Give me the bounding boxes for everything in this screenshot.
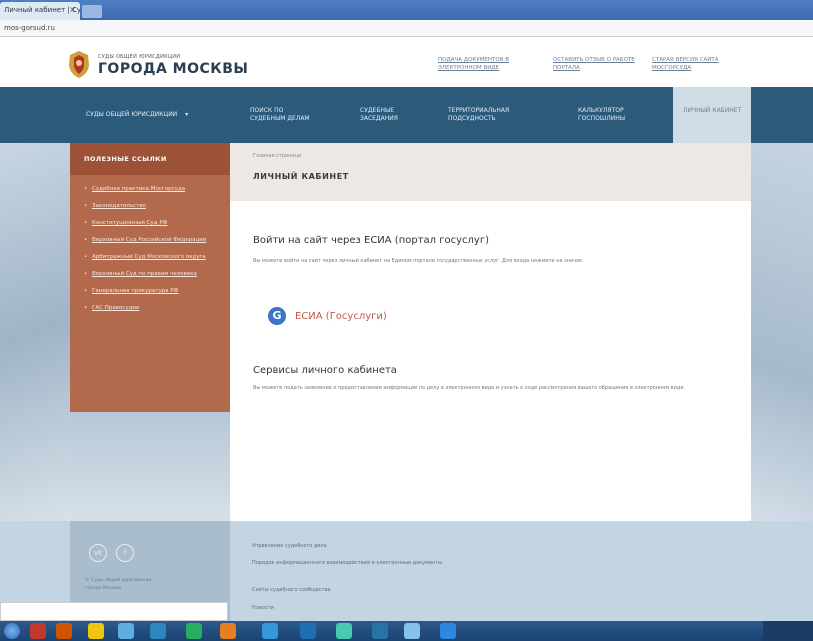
vk-icon[interactable]: vk (89, 544, 107, 562)
taskbar-app-icon[interactable] (30, 623, 46, 639)
sidebar-link[interactable]: ГАС Правосудие (84, 304, 218, 312)
system-tray[interactable] (763, 621, 813, 641)
nav-fee-calculator[interactable]: КАЛЬКУЛЯТОР ГОСПОШЛИНЫ (578, 107, 658, 123)
browser-tab-strip: Личный кабинет | Суд × (0, 0, 813, 20)
main-content: Главная страница ЛИЧНЫЙ КАБИНЕТ Войти на… (230, 143, 751, 521)
taskbar-app-icon[interactable] (88, 623, 104, 639)
footer-link[interactable]: Управление судебного дела (252, 543, 582, 550)
taskbar-app-icon[interactable] (372, 623, 388, 639)
court-name[interactable]: ГОРОДА МОСКВЫ (98, 61, 248, 77)
old-site-link[interactable]: СТАРАЯ ВЕРСИЯ САЙТА МОСГОРСУДА (652, 56, 752, 72)
esia-login-note: Вы можете войти на сайт через личный каб… (253, 258, 584, 264)
address-text: mos-gorsud.ru (4, 24, 55, 32)
sidebar-list: Судебная практика Мосгорсуда Законодател… (70, 175, 230, 312)
taskbar-app-icon[interactable] (300, 623, 316, 639)
chevron-down-icon: ▾ (185, 111, 189, 118)
background-photo-right (751, 143, 813, 521)
breadcrumb[interactable]: Главная страница (253, 153, 728, 159)
taskbar-app-icon[interactable] (440, 623, 456, 639)
nav-jurisdiction[interactable]: ТЕРРИТОРИАЛЬНАЯ ПОДСУДНОСТЬ (448, 107, 538, 123)
browser-status-popup (0, 602, 228, 621)
nav-case-search[interactable]: ПОИСК ПО СУДЕБНЫМ ДЕЛАМ (250, 107, 320, 123)
esia-login-heading: Войти на сайт через ЕСИА (портал госуслу… (253, 235, 489, 246)
sidebar-link[interactable]: Верховный Суд по правам человека (84, 270, 218, 278)
address-bar[interactable]: mos-gorsud.ru (0, 20, 813, 37)
background-photo-bottom (70, 412, 230, 521)
court-name-small: СУДЫ ОБЩЕЙ ЮРИСДИКЦИИ (98, 54, 181, 60)
sidebar-link[interactable]: Конституционный Суд РФ (84, 219, 218, 227)
sidebar-link[interactable]: Верховный Суд Российской Федерации (84, 236, 218, 244)
taskbar-app-icon[interactable] (262, 623, 278, 639)
sidebar-title: ПОЛЕЗНЫЕ ССЫЛКИ (70, 143, 230, 175)
taskbar-app-icon[interactable] (220, 623, 236, 639)
nav-courts-dropdown[interactable]: СУДЫ ОБЩЕЙ ЮРИСДИКЦИИ ▾ (86, 111, 226, 119)
esia-login-label: ЕСИА (Госуслуги) (295, 310, 387, 322)
e-filing-link[interactable]: ПОДАЧА ДОКУМЕНТОВ В ЭЛЕКТРОННОМ ВИДЕ (438, 56, 538, 72)
browser-tab[interactable]: Личный кабинет | Суд × (0, 2, 80, 20)
site-header: СУДЫ ОБЩЕЙ ЮРИСДИКЦИИ ГОРОДА МОСКВЫ ПОДА… (0, 37, 813, 87)
taskbar-app-icon[interactable] (336, 623, 352, 639)
services-heading: Сервисы личного кабинета (253, 365, 397, 376)
nav-hearings[interactable]: СУДЕБНЫЕ ЗАСЕДАНИЯ (360, 107, 420, 123)
os-taskbar (0, 621, 813, 641)
feedback-link[interactable]: ОСТАВИТЬ ОТЗЫВ О РАБОТЕ ПОРТАЛА (553, 56, 653, 72)
footer-link[interactable]: Сайты судебного сообщества (252, 587, 582, 594)
useful-links-sidebar: ПОЛЕЗНЫЕ ССЫЛКИ Судебная практика Мосгор… (70, 143, 230, 412)
page-header: Главная страница ЛИЧНЫЙ КАБИНЕТ (230, 143, 751, 201)
taskbar-app-icon[interactable] (118, 623, 134, 639)
taskbar-app-icon[interactable] (186, 623, 202, 639)
nav-personal-cabinet[interactable]: ЛИЧНЫЙ КАБИНЕТ (673, 87, 751, 143)
taskbar-app-icon[interactable] (404, 623, 420, 639)
facebook-icon[interactable]: f (116, 544, 134, 562)
esia-login-button[interactable]: G ЕСИА (Госуслуги) (268, 305, 387, 327)
sidebar-link[interactable]: Судебная практика Мосгорсуда (84, 185, 218, 193)
start-button-icon[interactable] (4, 623, 20, 639)
nav-personal-cabinet-label: ЛИЧНЫЙ КАБИНЕТ (683, 107, 742, 114)
taskbar-app-icon[interactable] (150, 623, 166, 639)
coat-of-arms-icon[interactable] (66, 49, 92, 79)
new-tab-button[interactable] (82, 5, 102, 18)
taskbar-app-icon[interactable] (56, 623, 72, 639)
footer-copyright: © Суды общей юрисдикции (85, 578, 152, 583)
footer-copyright-2: города Москвы (85, 586, 122, 591)
sidebar-link[interactable]: Арбитражный Суд Московского округа (84, 253, 218, 261)
footer-link[interactable]: Новости (252, 605, 582, 612)
sidebar-link[interactable]: Законодательство (84, 202, 218, 210)
services-note: Вы можете подать заявление о предоставле… (253, 385, 686, 391)
sidebar-link[interactable]: Генеральная прокуратура РФ (84, 287, 218, 295)
page-title: ЛИЧНЫЙ КАБИНЕТ (253, 172, 349, 181)
gosuslugi-icon: G (268, 307, 286, 325)
close-tab-icon[interactable]: × (69, 5, 76, 14)
footer-link[interactable]: Порядок информационного взаимодействия и… (252, 560, 552, 567)
nav-courts-label: СУДЫ ОБЩЕЙ ЮРИСДИКЦИИ (86, 111, 178, 118)
background-photo-left (0, 143, 70, 521)
